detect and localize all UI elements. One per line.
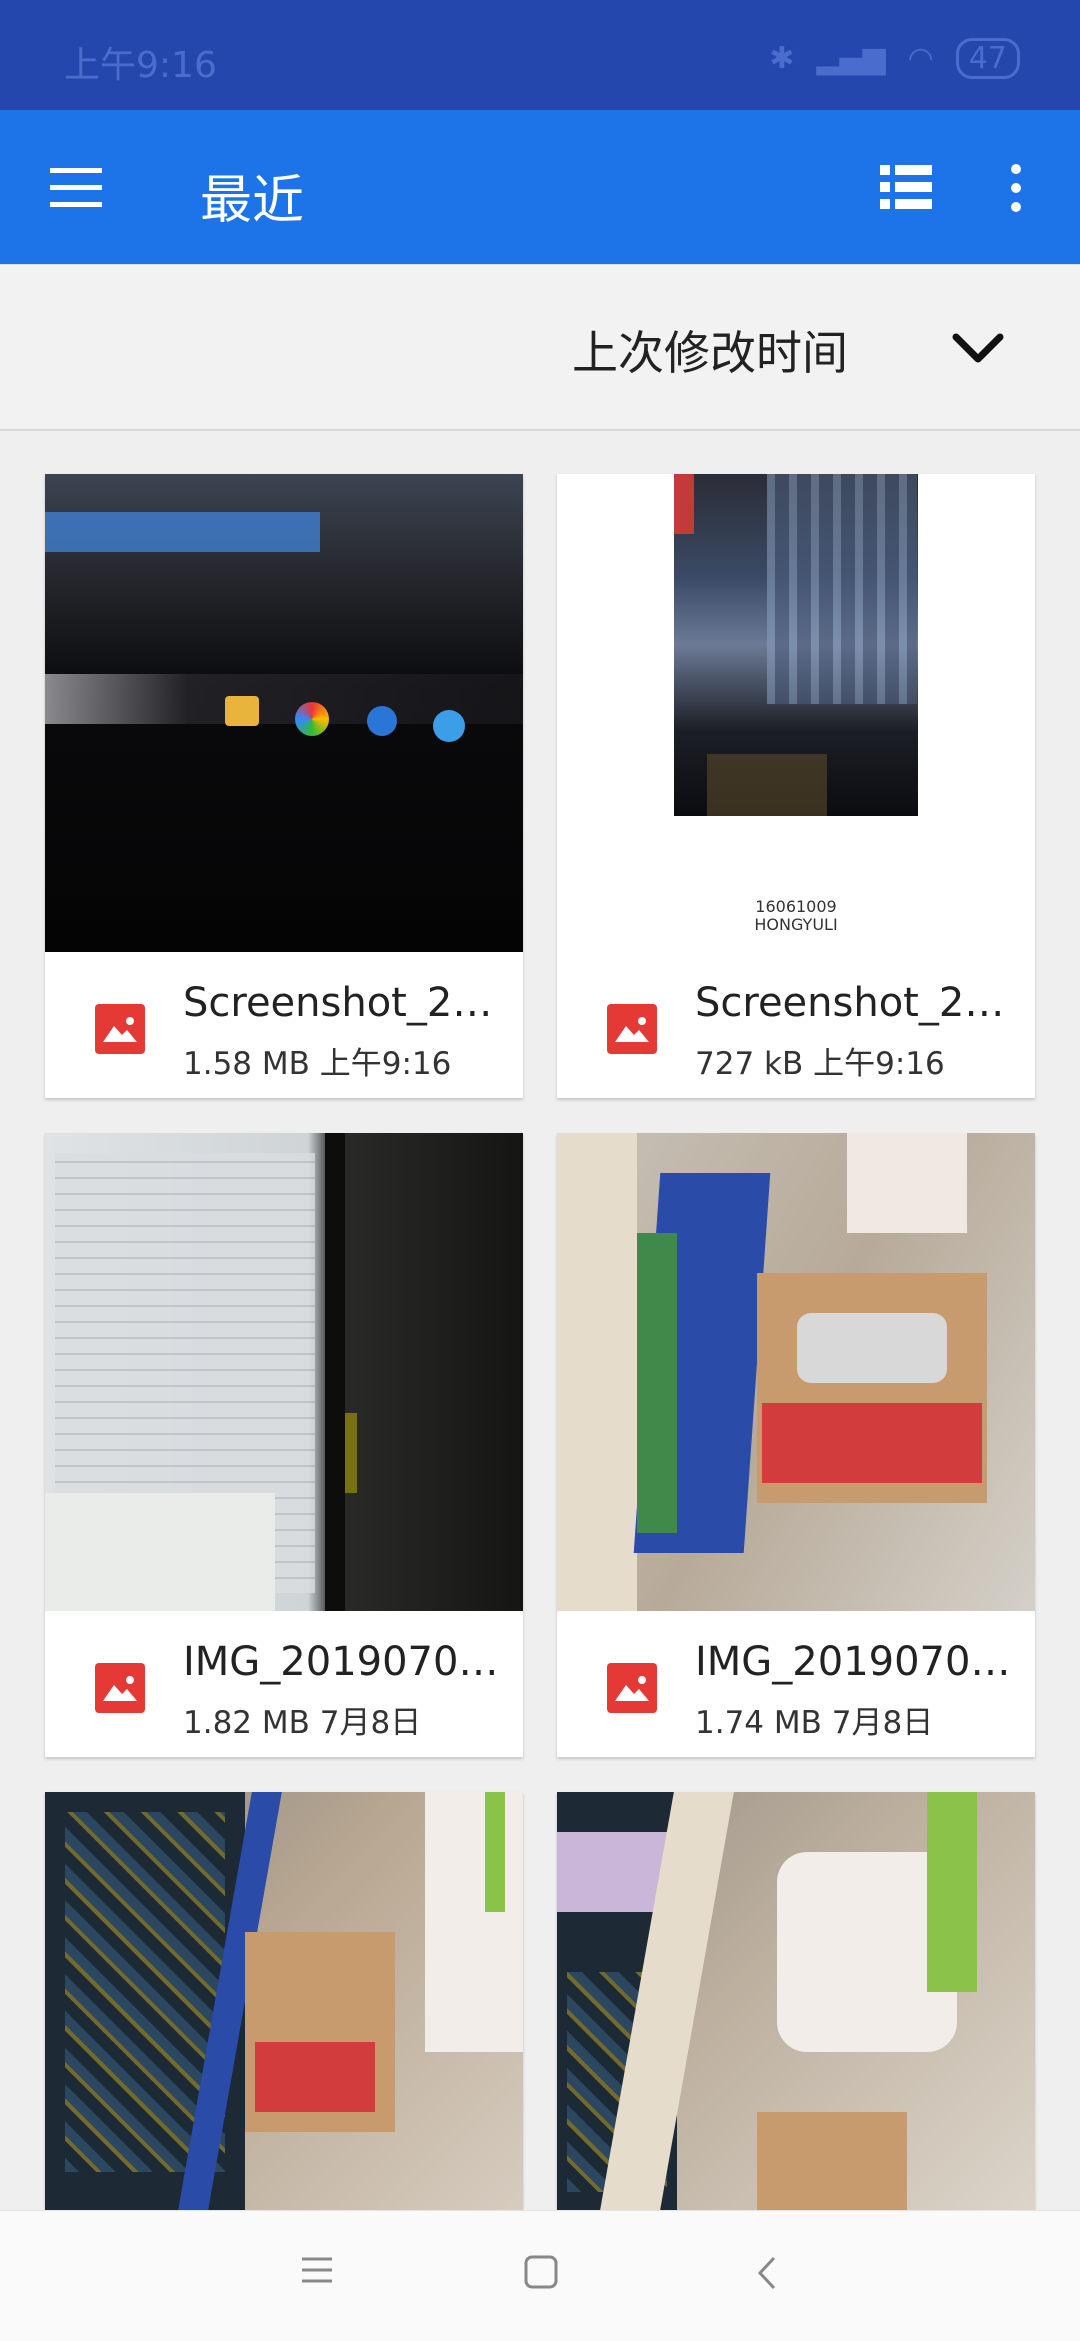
sort-bar[interactable]: 上次修改时间 xyxy=(0,264,1080,431)
image-icon xyxy=(607,1004,657,1054)
app-bar: 最近 xyxy=(0,110,1080,264)
file-card[interactable] xyxy=(45,1792,523,2210)
file-name: Screenshot_2… xyxy=(183,980,493,1026)
sort-label[interactable]: 上次修改时间 xyxy=(572,317,848,383)
image-icon xyxy=(95,1004,145,1054)
status-time: 上午9:16 xyxy=(64,45,217,86)
file-card[interactable]: IMG_2019070… 1.74 MB 7月8日 xyxy=(557,1133,1035,1757)
system-nav-bar xyxy=(0,2210,1080,2341)
bluetooth-icon: ✱ xyxy=(769,41,795,76)
file-card[interactable]: Screenshot_2… 1.58 MB 上午9:16 xyxy=(45,474,523,1098)
file-date: 7月8日 xyxy=(831,1705,934,1741)
file-thumbnail: 16061009 HONGYULI xyxy=(557,474,1035,952)
file-meta: 1.74 MB 7月8日 xyxy=(695,1697,933,1742)
status-bar: 上午9:16 ✱ ▂▄▆ ◠ 47 xyxy=(0,0,1080,110)
file-thumbnail xyxy=(557,1792,1035,2210)
file-size: 727 kB xyxy=(695,1046,804,1082)
file-date: 上午9:16 xyxy=(813,1046,945,1082)
status-icons: ✱ ▂▄▆ ◠ 47 xyxy=(769,38,1020,79)
thumbnail-caption-line2: HONGYULI xyxy=(754,915,838,934)
file-date: 上午9:16 xyxy=(319,1046,452,1082)
file-thumbnail xyxy=(45,474,523,952)
file-card[interactable]: 16061009 HONGYULI Screenshot_2… 727 kB 上… xyxy=(557,474,1035,1098)
file-size: 1.58 MB xyxy=(183,1046,310,1082)
file-size: 1.74 MB xyxy=(695,1705,822,1741)
file-meta: 727 kB 上午9:16 xyxy=(695,1038,945,1083)
chevron-down-icon[interactable] xyxy=(950,331,1006,365)
nav-home-icon[interactable] xyxy=(524,2255,558,2289)
file-thumbnail xyxy=(557,1133,1035,1611)
signal-icon: ▂▄▆ xyxy=(816,41,886,76)
file-meta: 1.82 MB 7月8日 xyxy=(183,1697,421,1742)
file-thumbnail xyxy=(45,1792,523,2210)
file-meta: 1.58 MB 上午9:16 xyxy=(183,1038,451,1083)
list-view-icon[interactable] xyxy=(880,165,932,209)
nav-menu-icon[interactable] xyxy=(300,2255,334,2285)
file-card[interactable] xyxy=(557,1792,1035,2210)
file-info: Screenshot_2… 727 kB 上午9:16 xyxy=(557,952,1035,1098)
wifi-icon: ◠ xyxy=(907,41,934,76)
file-card[interactable]: IMG_2019070… 1.82 MB 7月8日 xyxy=(45,1133,523,1757)
battery-indicator: 47 xyxy=(955,38,1020,79)
file-info: IMG_2019070… 1.82 MB 7月8日 xyxy=(45,1611,523,1757)
file-size: 1.82 MB xyxy=(183,1705,310,1741)
file-name: IMG_2019070… xyxy=(695,1639,1011,1685)
image-icon xyxy=(95,1663,145,1713)
more-vert-icon[interactable] xyxy=(1008,164,1024,212)
nav-back-icon[interactable] xyxy=(756,2255,778,2291)
image-icon xyxy=(607,1663,657,1713)
thumbnail-caption: 16061009 HONGYULI xyxy=(557,898,1035,934)
file-info: IMG_2019070… 1.74 MB 7月8日 xyxy=(557,1611,1035,1757)
file-date: 7月8日 xyxy=(319,1705,422,1741)
thumbnail-caption-line1: 16061009 xyxy=(755,897,837,916)
file-thumbnail xyxy=(45,1133,523,1611)
file-name: Screenshot_2… xyxy=(695,980,1005,1026)
menu-icon[interactable] xyxy=(50,168,102,208)
file-info: Screenshot_2… 1.58 MB 上午9:16 xyxy=(45,952,523,1098)
file-name: IMG_2019070… xyxy=(183,1639,499,1685)
page-title: 最近 xyxy=(200,171,305,231)
